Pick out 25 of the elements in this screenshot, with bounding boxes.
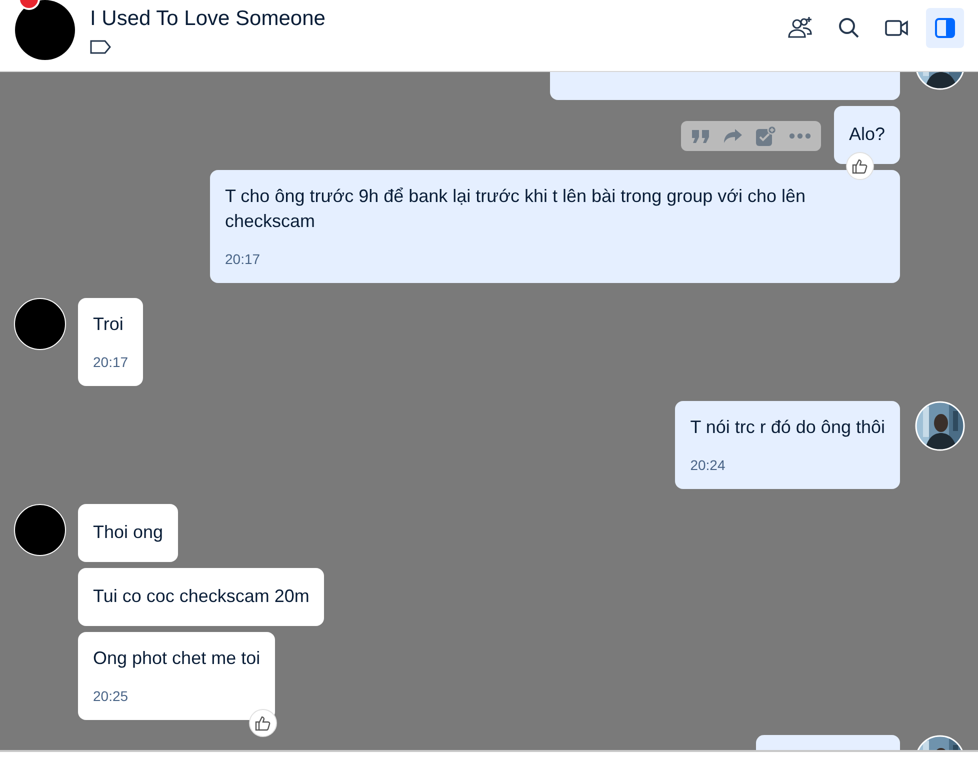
message-time: 20:17 <box>225 250 262 269</box>
message-text: T nói trc r đó do ông thôi <box>690 416 885 439</box>
conversation-title: I Used To Love Someone <box>90 6 326 32</box>
task-check-icon[interactable] <box>754 124 777 146</box>
react-button[interactable] <box>249 709 278 737</box>
message-text: Tui co coc checkscam 20m <box>93 585 310 608</box>
avatar[interactable] <box>14 298 66 350</box>
message-text: Alo? <box>848 123 885 146</box>
sidebar-button[interactable] <box>926 8 964 48</box>
message-text: Ong phot chet me toi <box>93 647 260 670</box>
tag-icon[interactable] <box>90 40 112 54</box>
message-time: 20:17 <box>93 353 128 372</box>
sidebar-icon <box>935 18 955 38</box>
search-icon <box>838 17 860 39</box>
react-button[interactable] <box>846 152 874 180</box>
thumbs-up-icon <box>852 158 868 174</box>
avatar[interactable] <box>14 504 66 556</box>
message-text: Troi <box>93 313 124 336</box>
thumbs-up-icon <box>255 715 272 731</box>
message-time: 20:25 <box>93 687 130 706</box>
add-member-icon <box>788 16 814 40</box>
message-text: Thoi ong <box>93 521 164 544</box>
message-text: T cho ông trước 9h để bank lại trước khi t lên bài trong group với cho lên checkscam <box>225 185 806 233</box>
video-camera-icon <box>885 19 909 37</box>
message-time: 20:24 <box>690 456 726 475</box>
